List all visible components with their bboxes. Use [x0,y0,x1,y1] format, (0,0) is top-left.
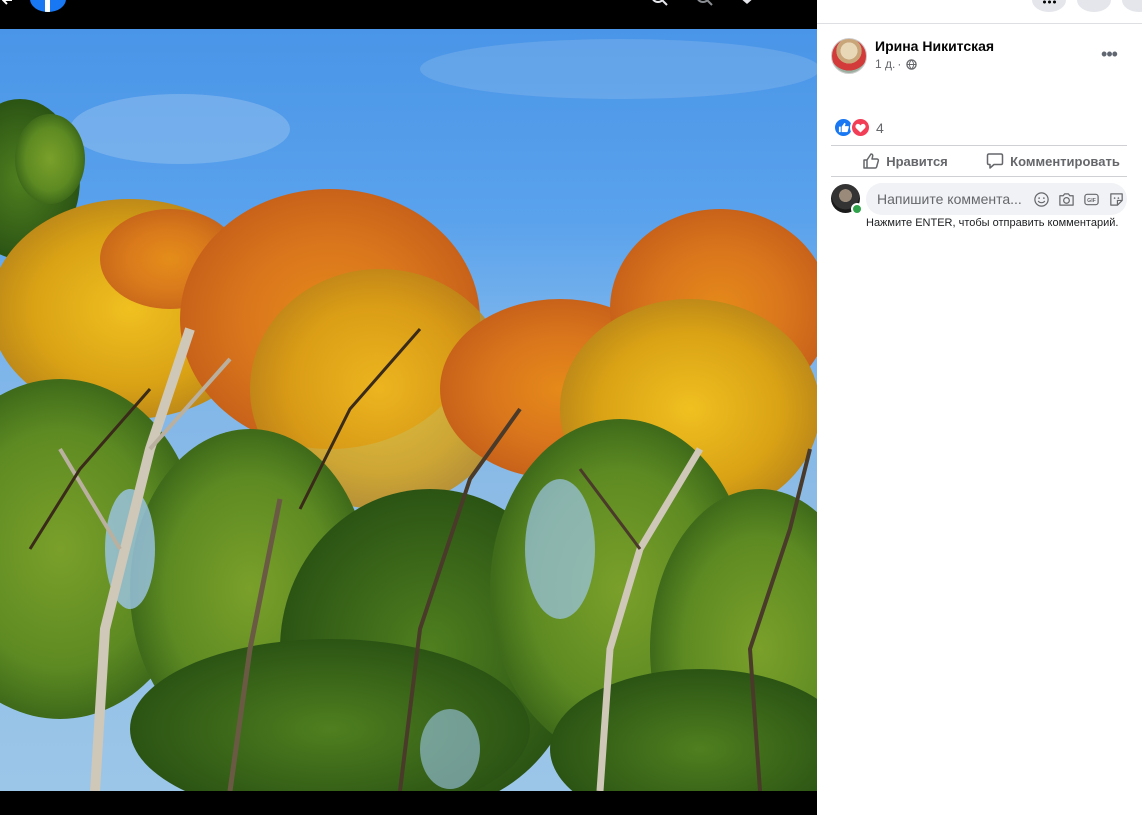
post-sidebar: Ирина Никитская 1 д. · ••• 4 Нравится Ко… [817,0,1142,815]
like-label: Нравится [886,153,948,169]
messenger-button[interactable] [1077,0,1111,12]
tag-icon[interactable] [736,0,758,10]
reaction-count: 4 [876,119,884,136]
author-avatar[interactable] [831,38,867,74]
post-photo[interactable] [0,29,817,791]
comment-button[interactable]: Комментировать [979,146,1127,176]
more-options-icon[interactable]: ••• [1097,45,1121,63]
composer-icons: GIF [1033,191,1125,208]
viewer-top-bar [0,0,817,29]
post-actions: Нравится Комментировать [831,145,1127,177]
svg-text:GIF: GIF [1087,197,1096,203]
love-reaction-icon [850,117,871,138]
facebook-logo-icon[interactable] [30,0,66,12]
reactions-summary[interactable]: 4 [833,117,884,138]
like-button[interactable]: Нравится [831,146,979,176]
zoom-in-icon[interactable] [648,0,670,10]
comment-bubble-icon [986,153,1004,169]
back-arrow-icon[interactable] [2,0,14,6]
comment-input[interactable] [877,191,1027,207]
post-meta: 1 д. · [875,57,918,71]
sidebar-top-bar [817,0,1142,24]
emoji-icon[interactable] [1033,191,1050,208]
enter-hint-text: Нажмите ENTER, чтобы отправить комментар… [866,217,1119,229]
camera-icon[interactable] [1058,191,1075,208]
zoom-out-icon[interactable] [693,0,715,10]
menu-grid-icon [1042,0,1056,4]
globe-icon [906,58,918,70]
thumbs-up-icon [863,153,880,169]
comment-composer[interactable]: GIF [866,183,1127,215]
menu-button[interactable] [1032,0,1066,12]
online-status-badge [851,203,863,215]
photo-viewer [0,0,817,815]
sticker-icon[interactable] [1108,191,1125,208]
gif-icon[interactable]: GIF [1083,191,1100,208]
viewer-bottom-bar [0,791,817,815]
autumn-trees-image [0,39,817,791]
post-time[interactable]: 1 д. [875,57,895,71]
fullscreen-icon[interactable] [777,0,799,10]
author-name[interactable]: Ирина Никитская [875,38,994,54]
comment-label: Комментировать [1010,153,1120,169]
notifications-button[interactable] [1122,0,1142,12]
meta-separator: · [897,57,902,71]
